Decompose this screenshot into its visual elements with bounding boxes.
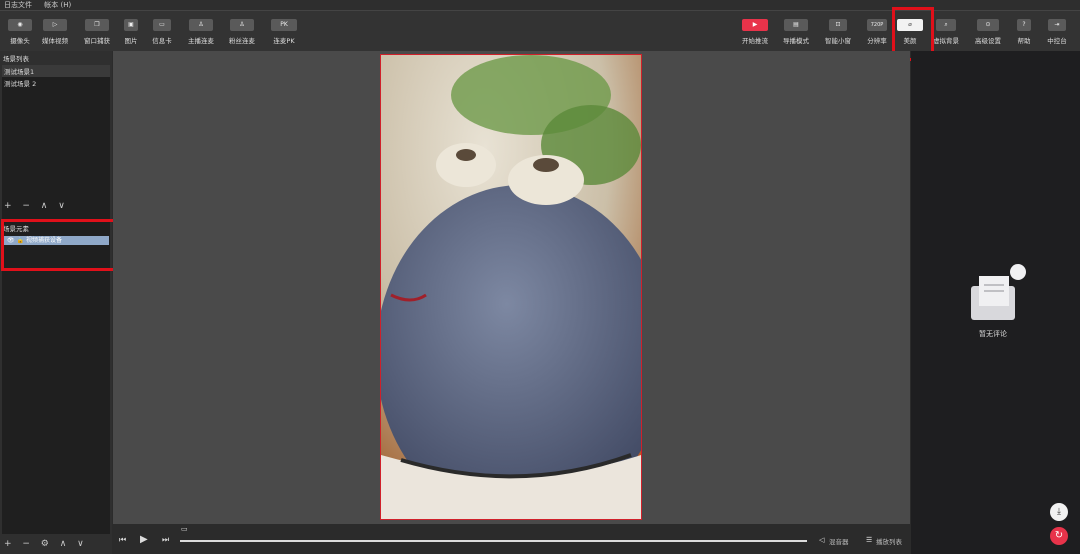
preview-area [113, 51, 910, 524]
pk-icon: PK [271, 19, 297, 31]
anchor-link-button[interactable]: ♙ 主播连麦 [181, 19, 221, 45]
stream-play-icon: ▶ [742, 19, 768, 31]
camera-frame-image [381, 55, 641, 519]
console-label: 中控台 [1047, 37, 1067, 45]
camera-icon: ◉ [8, 19, 32, 31]
next-icon[interactable]: ⏭ [162, 535, 169, 545]
console-icon: ⇥ [1048, 19, 1066, 31]
refresh-icon[interactable]: ↻ [1050, 527, 1068, 545]
camera-label: 摄像头 [10, 37, 30, 45]
console-button[interactable]: ⇥ 中控台 [1037, 19, 1077, 45]
play-icon: ▷ [43, 19, 67, 31]
menu-version[interactable]: 帐本 (H) [44, 1, 71, 9]
user-link-icon: ♙ [189, 19, 213, 31]
empty-comments-icon [971, 264, 1026, 320]
camera-button[interactable]: ◉ 摄像头 [0, 19, 40, 45]
anchor-link-label: 主播连麦 [188, 37, 214, 45]
playback-bar: ⏮ ▶ ⏭ ▭ ◁ 混音器 ☰ 播放列表 [113, 524, 910, 554]
director-icon: ▤ [784, 19, 808, 31]
info-card-button[interactable]: ▭ 信息卡 [142, 19, 182, 45]
empty-comments-text: 暂无评论 [979, 330, 1007, 338]
smart-window-label: 智能小窗 [825, 37, 851, 45]
image-icon: ▣ [124, 19, 138, 31]
cast-icon[interactable]: ▭ [181, 525, 188, 533]
download-icon[interactable]: ⤓ [1050, 503, 1068, 521]
advanced-settings-icon: ⊙ [977, 19, 999, 31]
highlight-scene-elements [1, 219, 125, 271]
director-mode-button[interactable]: ▤ 导播模式 [776, 19, 816, 45]
director-mode-label: 导播模式 [783, 37, 809, 45]
video-preview[interactable] [380, 54, 642, 520]
comments-panel: 暂无评论 ⤓ ↻ [911, 51, 1080, 554]
scene-list-title: 场景列表 [3, 55, 29, 63]
progress-bar[interactable] [180, 540, 807, 542]
element-controls[interactable]: + − ⚙ ∧ ∨ [4, 539, 88, 549]
fans-link-icon: ♙ [230, 19, 254, 31]
smart-window-button[interactable]: ⊡ 智能小窗 [818, 19, 858, 45]
advanced-settings-label: 高级设置 [975, 37, 1001, 45]
smart-window-icon: ⊡ [829, 19, 847, 31]
info-card-label: 信息卡 [152, 37, 172, 45]
scene-item[interactable]: 测试场景 2 [2, 77, 110, 89]
playlist-label[interactable]: 播放列表 [876, 536, 902, 546]
scene-controls[interactable]: + − ∧ ∨ [4, 201, 69, 211]
help-icon: ? [1017, 19, 1031, 31]
playlist-icon[interactable]: ☰ [866, 536, 872, 544]
mixer-icon[interactable]: ◁ [819, 536, 824, 544]
link-pk-button[interactable]: PK 连麦PK [264, 19, 304, 45]
media-video-button[interactable]: ▷ 媒体视频 [35, 19, 75, 45]
window-icon: ❐ [85, 19, 109, 31]
fans-link-label: 粉丝连麦 [229, 37, 255, 45]
virtual-bg-icon: ⌕ [936, 19, 956, 31]
mixer-label[interactable]: 混音器 [829, 536, 849, 546]
resolution-icon: 720P [867, 19, 887, 31]
left-panel: 场景列表 测试场景1 测试场景 2 + − ∧ ∨ 场景元素 👁 🔒 视频捕获设… [0, 51, 112, 554]
media-video-label: 媒体视频 [42, 37, 68, 45]
card-icon: ▭ [153, 19, 171, 31]
menu-log-file[interactable]: 日志文件 [4, 1, 32, 9]
play-icon[interactable]: ▶ [140, 534, 148, 545]
scene-item[interactable]: 测试场景1 [2, 65, 110, 77]
start-stream-label: 开始推流 [742, 37, 768, 45]
link-pk-label: 连麦PK [273, 37, 295, 45]
fans-link-button[interactable]: ♙ 粉丝连麦 [222, 19, 262, 45]
scene-elements-list: 👁 🔒 视频捕获设备 [2, 234, 110, 534]
advanced-settings-button[interactable]: ⊙ 高级设置 [968, 19, 1008, 45]
prev-icon[interactable]: ⏮ [119, 535, 126, 545]
start-stream-button[interactable]: ▶ 开始推流 [735, 19, 775, 45]
